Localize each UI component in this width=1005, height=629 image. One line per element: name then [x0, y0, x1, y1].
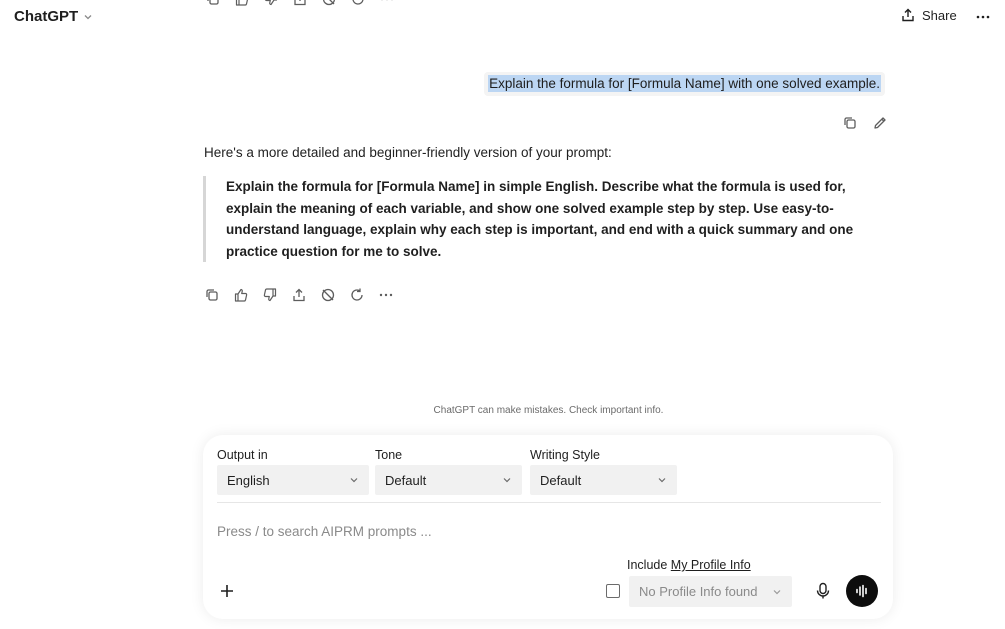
more-icon[interactable]	[376, 286, 396, 304]
output-language-value: English	[227, 472, 270, 488]
tone-value: Default	[385, 472, 427, 488]
edit-icon[interactable]	[871, 114, 889, 132]
share-icon	[902, 8, 914, 22]
tone-label: Tone	[375, 448, 403, 462]
more-icon[interactable]	[377, 0, 397, 7]
thumbs-up-icon[interactable]	[231, 286, 251, 304]
writing-style-select[interactable]: Default	[530, 465, 677, 495]
quote-line: Explain the formula for [Formula Name] i…	[226, 179, 846, 194]
include-profile-checkbox[interactable]	[606, 584, 620, 598]
regenerate-icon[interactable]	[348, 0, 368, 7]
voice-mode-icon	[856, 584, 867, 598]
voice-mode-button[interactable]	[846, 575, 878, 607]
share-icon[interactable]	[290, 0, 310, 7]
plus-icon	[221, 585, 233, 597]
quote-line: practice question for me to solve.	[226, 243, 442, 259]
more-icon	[976, 15, 990, 19]
copy-icon[interactable]	[203, 0, 223, 7]
share-icon[interactable]	[289, 286, 309, 304]
assistant-quote: Explain the formula for [Formula Name] i…	[203, 176, 873, 263]
model-selector[interactable]: ChatGPT	[14, 8, 94, 25]
chevron-down-icon	[773, 589, 781, 594]
thumbs-down-icon[interactable]	[261, 0, 281, 7]
quote-line: explain the meaning of each variable, an…	[226, 200, 834, 216]
chevron-down-icon	[503, 478, 511, 483]
writing-style-label: Writing Style	[530, 448, 600, 462]
user-message-actions	[841, 114, 889, 132]
assistant-intro: Here's a more detailed and beginner-frie…	[204, 145, 612, 160]
more-options-button[interactable]	[972, 7, 994, 27]
my-profile-info-link[interactable]: My Profile Info	[671, 558, 751, 572]
user-message-text: Explain the formula for [Formula Name] w…	[488, 75, 881, 92]
attach-button[interactable]	[216, 580, 238, 602]
chevron-down-icon	[350, 478, 358, 483]
output-language-label: Output in	[217, 448, 268, 462]
chevron-down-icon	[84, 14, 92, 19]
share-button[interactable]: Share	[900, 7, 957, 23]
prompt-input[interactable]	[217, 520, 857, 542]
hide-icon[interactable]	[318, 286, 338, 304]
hide-icon[interactable]	[319, 0, 339, 7]
thumbs-up-icon[interactable]	[232, 0, 252, 7]
include-text: Include	[627, 558, 668, 572]
dictate-button[interactable]	[813, 580, 833, 602]
share-label: Share	[922, 7, 957, 23]
copy-icon[interactable]	[841, 114, 859, 132]
thumbs-down-icon[interactable]	[260, 286, 280, 304]
user-message-bubble: Explain the formula for [Formula Name] w…	[484, 72, 885, 96]
previous-message-actions	[203, 0, 397, 7]
assistant-message-actions	[202, 286, 396, 304]
brand-label: ChatGPT	[14, 8, 79, 25]
profile-info-select[interactable]: No Profile Info found	[629, 576, 792, 607]
output-language-select[interactable]: English	[217, 465, 369, 495]
quote-line: understand language, explain why each st…	[226, 222, 854, 238]
mic-icon	[816, 582, 830, 599]
regenerate-icon[interactable]	[347, 286, 367, 304]
chevron-down-icon	[658, 478, 666, 483]
writing-style-value: Default	[540, 472, 582, 488]
copy-icon[interactable]	[202, 286, 222, 304]
profile-info-value: No Profile Info found	[639, 584, 758, 599]
disclaimer-text: ChatGPT can make mistakes. Check importa…	[433, 405, 664, 416]
tone-select[interactable]: Default	[375, 465, 522, 495]
composer-divider	[217, 502, 881, 503]
include-profile-label: Include My Profile Info	[627, 558, 751, 572]
